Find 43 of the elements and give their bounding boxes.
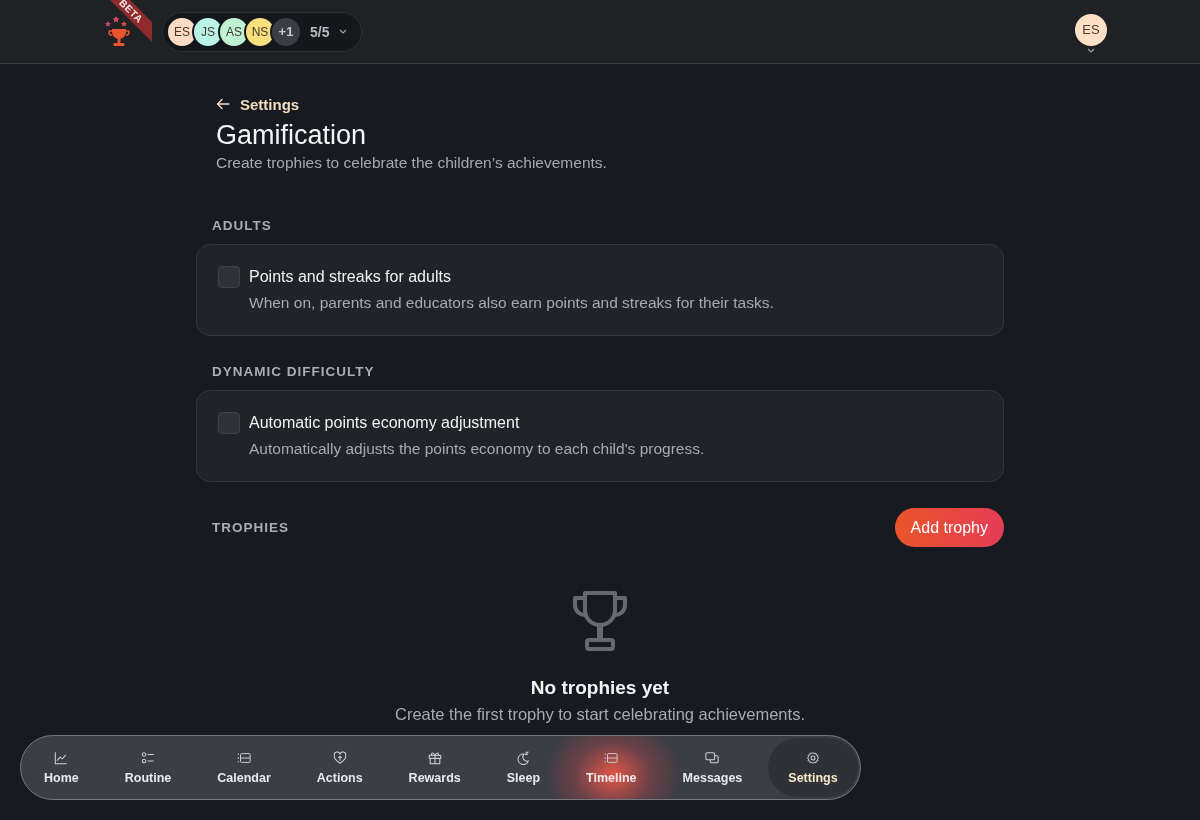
- page-title: Gamification: [216, 119, 368, 152]
- gift-icon: [427, 750, 442, 765]
- checkbox[interactable]: [218, 412, 240, 434]
- nav-tab[interactable]: Routine: [104, 738, 192, 797]
- checkbox[interactable]: [218, 266, 240, 288]
- setting-label: Points and streaks for adults: [249, 267, 452, 287]
- more-members-badge: +1: [270, 15, 302, 48]
- chat-icon: [705, 750, 720, 765]
- moon-icon: [516, 750, 531, 765]
- setting-description: Automatically adjusts the points economy to each child's progress.: [249, 439, 705, 459]
- checklist-icon: [141, 750, 155, 765]
- back-label: Settings: [240, 95, 300, 113]
- user-menu[interactable]: ES: [1074, 9, 1108, 54]
- nav-tab[interactable]: Home: [24, 738, 99, 797]
- user-avatar: ES: [1075, 13, 1107, 46]
- nav-tab[interactable]: Actions: [296, 738, 383, 797]
- empty-state-text: Create the first trophy to start celebrating achievements.: [395, 704, 805, 725]
- nav-tab[interactable]: Timeline: [566, 738, 657, 797]
- setting-label: Automatic points economy adjustment: [249, 413, 521, 433]
- chart-icon: [54, 750, 69, 765]
- section-heading: DYNAMIC DIFFICULTY: [211, 363, 376, 381]
- chevron-down-icon: [1087, 47, 1095, 53]
- trophy-icon: [571, 590, 629, 652]
- section-heading: TROPHIES: [211, 518, 289, 537]
- chevron-down-icon: [339, 29, 348, 34]
- nav-tab[interactable]: Settings: [768, 738, 858, 797]
- nav-tab[interactable]: Rewards: [388, 738, 481, 797]
- empty-state-title: No trophies yet: [530, 676, 670, 700]
- setting-description: When on, parents and educators also earn points and streaks for their tasks.: [249, 293, 774, 313]
- member-count: 5/5: [310, 23, 330, 40]
- nav-tab[interactable]: Calendar: [197, 738, 291, 797]
- list-icon: [237, 750, 251, 765]
- arrow-left-icon: [216, 98, 230, 110]
- nav-tab[interactable]: Messages: [662, 738, 763, 797]
- nav-tab[interactable]: Sleep: [486, 738, 561, 797]
- page-subtitle: Create trophies to celebrate the children’s achievements.: [216, 153, 608, 173]
- heart-icon: [332, 750, 347, 765]
- back-link[interactable]: Settings: [216, 94, 300, 114]
- section-heading: ADULTS: [211, 217, 273, 235]
- members-switcher[interactable]: ES JS AS NS +1 5/5: [162, 11, 363, 52]
- list-icon: [604, 750, 619, 765]
- settings-icon: [806, 750, 820, 765]
- add-trophy-button[interactable]: Add trophy: [894, 508, 1004, 547]
